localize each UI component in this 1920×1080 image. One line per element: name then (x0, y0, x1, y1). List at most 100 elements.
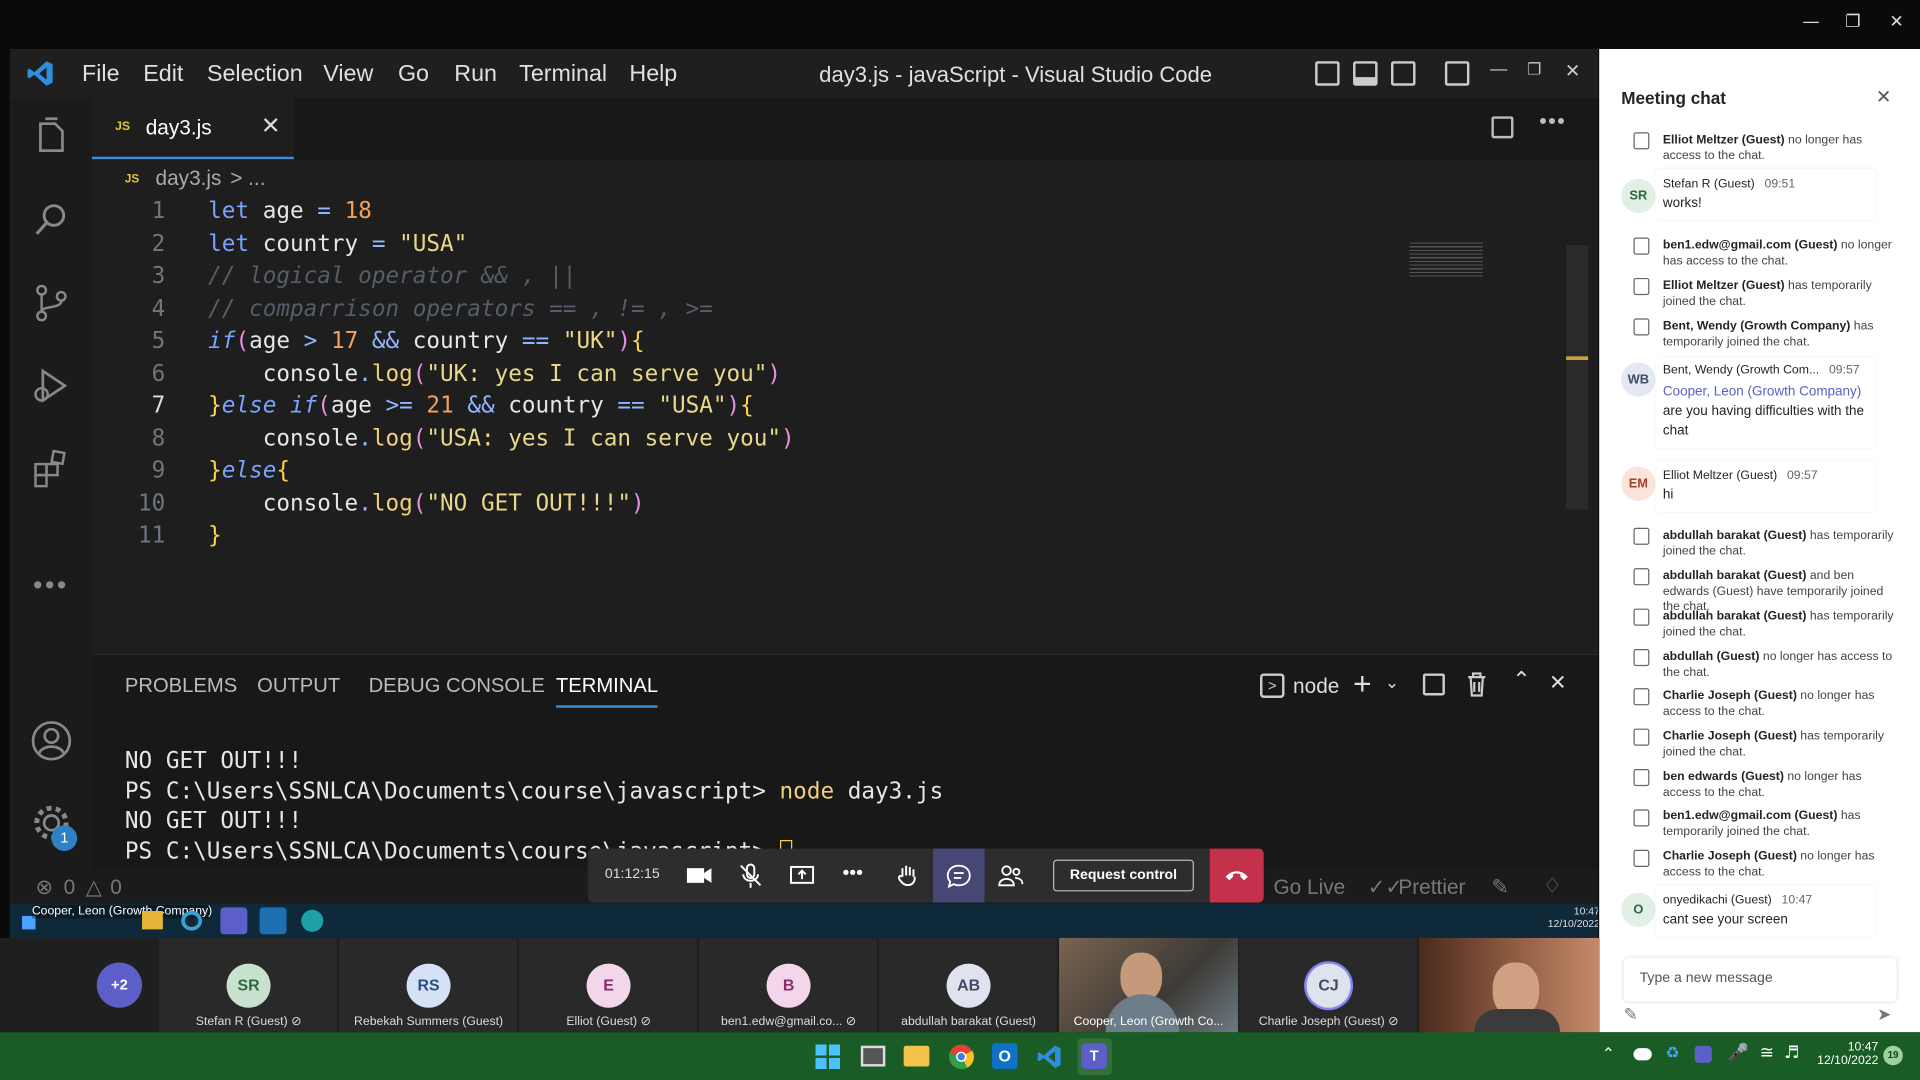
warnings-count[interactable]: 0 (110, 876, 122, 900)
editor-area: JS day3.js ✕ ••• JS day3.js > ... 1 2 3 … (91, 97, 1598, 654)
terminal-shell-name[interactable]: node (1293, 675, 1339, 699)
participant-tile[interactable]: E Elliot (Guest) ⊘ (519, 937, 698, 1033)
format-icon[interactable]: ✎ (1624, 1004, 1638, 1025)
teams-taskbar-icon[interactable]: T (1081, 1043, 1107, 1069)
run-debug-icon[interactable] (31, 365, 73, 407)
close-panel-icon[interactable]: ✕ (1549, 671, 1566, 695)
mic-muted-icon[interactable] (737, 862, 764, 889)
camera-icon[interactable] (686, 862, 713, 889)
system-clock[interactable]: 10:47 12/10/2022 (1817, 1041, 1878, 1068)
tab-day3-js[interactable]: JS day3.js ✕ (91, 97, 294, 160)
participant-tile[interactable]: AB abdullah barakat (Guest) (879, 937, 1058, 1033)
onedrive-icon[interactable] (1633, 1048, 1652, 1061)
leave-call-button[interactable] (1209, 848, 1264, 903)
tab-close-icon[interactable]: ✕ (261, 113, 280, 141)
outlook-icon[interactable]: O (991, 1043, 1018, 1069)
participant-tile[interactable]: CJ Charlie Joseph (Guest) ⊘ (1239, 937, 1418, 1033)
toggle-panel-icon[interactable] (1353, 61, 1378, 86)
vscode-minimize-icon[interactable]: — (1490, 59, 1507, 79)
close-window-icon[interactable]: ✕ (1889, 12, 1903, 32)
more-participants-button[interactable]: +2 (96, 962, 143, 1008)
request-control-button[interactable]: Request control (1053, 859, 1194, 892)
extensions-icon[interactable] (31, 447, 73, 489)
mention-link[interactable]: Cooper, Leon (Growth Company) (1663, 384, 1861, 399)
file-explorer-icon[interactable] (903, 1045, 930, 1067)
mic-muted-tray-icon[interactable]: 🎤 (1728, 1043, 1749, 1063)
share-screen-icon[interactable] (789, 862, 816, 889)
wifi-icon[interactable]: ≅ (1760, 1043, 1774, 1063)
warnings-icon[interactable]: △ (86, 876, 102, 900)
breadcrumb-symbols[interactable]: > ... (230, 167, 265, 191)
participant-video-tile[interactable]: Cooper, Leon (Growth Co... (1059, 937, 1238, 1033)
toggle-secondary-sidebar-icon[interactable] (1391, 61, 1416, 86)
message-time: 10:47 (1781, 893, 1813, 908)
accounts-icon[interactable] (31, 720, 73, 762)
search-icon[interactable] (31, 200, 73, 242)
terminal-dropdown-icon[interactable]: ⌄ (1385, 672, 1399, 693)
message-sender: Elliot Meltzer (Guest) (1662, 468, 1778, 483)
windows-start-icon[interactable] (815, 1044, 841, 1069)
minimize-window-icon[interactable]: — (1802, 12, 1819, 32)
vscode-taskbar-icon[interactable] (1036, 1043, 1063, 1070)
editor-more-actions-icon[interactable]: ••• (1539, 109, 1566, 135)
chrome-icon[interactable] (948, 1043, 975, 1070)
menu-terminal[interactable]: Terminal (519, 61, 607, 88)
participant-tile[interactable]: B ben1.edw@gmail.co... ⊘ (699, 937, 878, 1033)
source-control-icon[interactable] (31, 282, 73, 324)
feedback-icon[interactable]: ✎ (1491, 876, 1508, 900)
send-icon[interactable]: ➤ (1877, 1004, 1891, 1025)
participant-avatar: RS (406, 963, 451, 1008)
menu-run[interactable]: Run (454, 61, 497, 88)
message-sender: Stefan R (Guest) (1662, 177, 1755, 192)
notifications-bell-icon[interactable]: ♢ (1543, 874, 1562, 898)
participant-tile[interactable]: RS Rebekah Summers (Guest) (339, 937, 518, 1033)
more-actions-icon[interactable]: ••• (842, 863, 863, 885)
bluetooth-icon[interactable]: ♻ (1665, 1044, 1679, 1062)
errors-count[interactable]: 0 (64, 876, 76, 900)
menu-edit[interactable]: Edit (143, 61, 183, 88)
message-input-box[interactable]: Type a new message (1623, 957, 1897, 1002)
prettier-button[interactable]: Prettier (1398, 876, 1465, 900)
teams-tray-icon[interactable] (1694, 1045, 1712, 1063)
tab-debug-console[interactable]: DEBUG CONSOLE (369, 675, 545, 698)
split-editor-icon[interactable] (1491, 116, 1514, 139)
close-chat-icon[interactable]: ✕ (1876, 86, 1891, 108)
screen: — ❐ ✕ File Edit Selection View Go Run Te… (0, 0, 1920, 1080)
menu-file[interactable]: File (82, 61, 120, 88)
menu-go[interactable]: Go (398, 61, 429, 88)
more-icon[interactable]: ••• (33, 569, 69, 601)
task-view-icon[interactable] (860, 1045, 886, 1067)
tab-problems[interactable]: PROBLEMS (125, 675, 237, 698)
new-terminal-icon[interactable]: + (1353, 665, 1372, 703)
vscode-restore-icon[interactable]: ❐ (1527, 60, 1541, 80)
restore-window-icon[interactable]: ❐ (1845, 12, 1860, 32)
toggle-sidebar-icon[interactable] (1315, 61, 1340, 86)
message-time: 09:57 (1828, 363, 1860, 378)
volume-icon[interactable]: ♬ (1784, 1043, 1799, 1063)
raise-hand-icon[interactable] (894, 862, 921, 889)
self-video-tile[interactable] (1419, 937, 1600, 1033)
tab-terminal[interactable]: TERMINAL (555, 675, 659, 708)
maximize-panel-icon[interactable]: ⌃ (1512, 667, 1530, 693)
editor-scrollbar[interactable] (1566, 244, 1589, 510)
menu-view[interactable]: View (323, 61, 373, 88)
participants-icon[interactable] (997, 862, 1024, 889)
show-hidden-icons[interactable]: ⌃ (1602, 1044, 1615, 1064)
vscode-close-icon[interactable]: ✕ (1565, 60, 1580, 82)
customize-layout-icon[interactable] (1444, 61, 1470, 86)
explorer-icon[interactable] (31, 116, 73, 158)
chat-icon[interactable] (945, 862, 972, 889)
go-live-button[interactable]: Go Live (1273, 876, 1345, 900)
errors-icon[interactable]: ⊗ (36, 876, 53, 900)
tab-output[interactable]: OUTPUT (257, 675, 340, 698)
menu-help[interactable]: Help (629, 61, 677, 88)
kill-terminal-icon[interactable] (1466, 671, 1488, 698)
system-message-icon (1633, 768, 1650, 787)
minimap[interactable] (1409, 242, 1483, 277)
breadcrumb-file[interactable]: day3.js (156, 167, 222, 191)
hang-up-icon (1225, 871, 1248, 881)
split-terminal-icon[interactable] (1422, 673, 1445, 696)
participant-tile[interactable]: SR Stefan R (Guest) ⊘ (159, 937, 338, 1033)
menu-selection[interactable]: Selection (207, 61, 303, 88)
notification-count-badge[interactable]: 19 (1883, 1045, 1903, 1066)
